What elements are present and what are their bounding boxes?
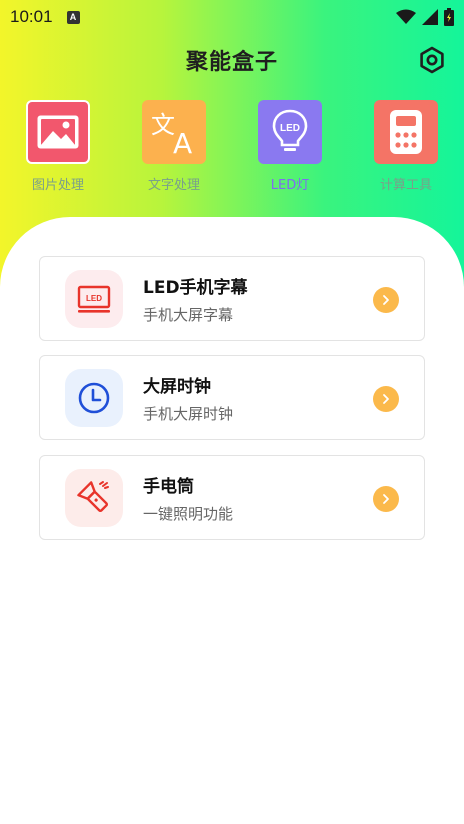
tools-row: 图片处理 文 A 文字处理 LED LED灯 计算工具 (0, 100, 464, 196)
card-title: 手电筒 (143, 476, 194, 497)
clock-icon (65, 368, 123, 427)
status-bar: 10:01 A (0, 0, 464, 34)
battery-icon (444, 8, 454, 26)
app-title: 聚能盒子 (185, 50, 278, 75)
chevron-right-icon (373, 386, 399, 412)
status-icons (396, 8, 454, 26)
card-big-clock[interactable]: 大屏时钟 手机大屏时钟 (39, 355, 425, 440)
flashlight-icon (65, 468, 123, 527)
card-title: LED手机字幕 (143, 277, 248, 298)
settings-button[interactable] (416, 44, 448, 76)
card-text: LED手机字幕 手机大屏字幕 (143, 273, 248, 325)
tool-image-processing[interactable]: 图片处理 (8, 100, 108, 193)
card-text: 大屏时钟 手机大屏时钟 (143, 372, 233, 424)
svg-text:LED: LED (280, 123, 300, 134)
tool-label: LED灯 (270, 178, 310, 193)
settings-gear-icon (420, 46, 444, 74)
tool-label: 图片处理 (31, 178, 84, 193)
image-icon (26, 100, 90, 164)
tool-led-light[interactable]: LED LED灯 (240, 100, 340, 193)
card-subtitle: 一键照明功能 (143, 504, 234, 523)
tool-text-processing[interactable]: 文 A 文字处理 (124, 100, 224, 193)
svg-text:LED: LED (86, 294, 102, 303)
wifi-icon (396, 9, 416, 24)
card-subtitle: 手机大屏时钟 (143, 404, 234, 423)
card-flashlight[interactable]: 手电筒 一键照明功能 (39, 455, 425, 540)
tool-calculator[interactable]: 计算工具 (356, 100, 456, 193)
feature-list-panel: LED LED手机字幕 手机大屏字幕 大屏时钟 手机大屏时钟 手电筒 一键照明功… (0, 217, 464, 824)
card-text: 手电筒 一键照明功能 (143, 472, 233, 524)
chevron-right-icon (373, 486, 399, 512)
tool-label: 文字处理 (147, 178, 200, 193)
tool-label: 计算工具 (379, 178, 432, 193)
translate-icon: 文 A (142, 100, 206, 164)
led-screen-icon: LED (65, 269, 123, 328)
card-title: 大屏时钟 (143, 376, 211, 397)
chevron-right-icon (373, 287, 399, 313)
card-subtitle: 手机大屏字幕 (143, 305, 234, 324)
led-bulb-icon: LED (258, 100, 322, 164)
card-led-subtitle[interactable]: LED LED手机字幕 手机大屏字幕 (39, 256, 425, 341)
svg-text:文: 文 (151, 111, 175, 139)
cellular-signal-icon (422, 9, 438, 25)
svg-text:A: A (173, 127, 192, 157)
status-time: 10:01 (10, 7, 53, 26)
status-notification-badge: A (66, 10, 80, 24)
calculator-icon (374, 100, 438, 164)
